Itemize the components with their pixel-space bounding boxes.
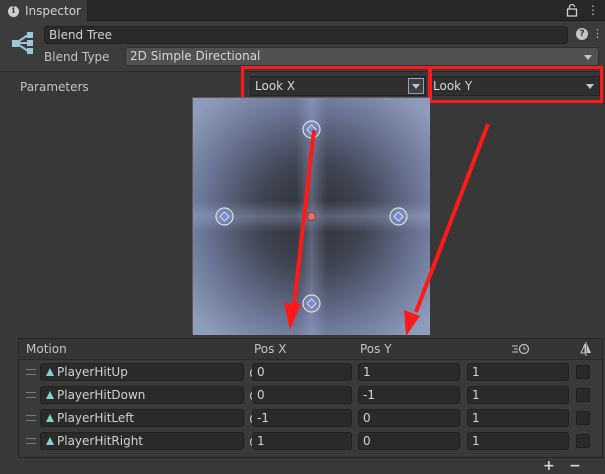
pos-y-field[interactable]: 1 xyxy=(358,363,460,381)
motion-clip-name: PlayerHitUp xyxy=(57,365,128,379)
time-scale-field[interactable]: 1 xyxy=(467,386,569,404)
time-scale-field[interactable]: 1 xyxy=(467,409,569,427)
tab-bar xyxy=(0,0,605,21)
animation-clip-icon xyxy=(46,414,54,422)
motion-clip-name: PlayerHitRight xyxy=(57,434,144,448)
pos-x-field[interactable]: -1 xyxy=(252,409,352,427)
pos-y-field[interactable]: -1 xyxy=(358,386,460,404)
motion-clip-field[interactable]: PlayerHitUp xyxy=(40,363,261,381)
mirror-toggle[interactable] xyxy=(576,434,590,448)
mirror-icon xyxy=(580,342,591,356)
mirror-toggle[interactable] xyxy=(576,388,590,402)
pos-x-field[interactable]: 1 xyxy=(252,432,352,450)
table-row: PlayerHitRight 1 0 1 xyxy=(20,430,602,452)
parameter-y-value: Look Y xyxy=(433,79,473,93)
blend-point-PlayerHitRight[interactable] xyxy=(389,207,408,226)
table-row: PlayerHitLeft -1 0 1 xyxy=(20,407,602,429)
blend-point-PlayerHitDown[interactable] xyxy=(302,294,321,313)
blend-tree-icon xyxy=(12,32,33,54)
time-scale-field[interactable]: 1 xyxy=(467,432,569,450)
animation-clip-icon xyxy=(46,437,54,445)
pos-x-column-header: Pos X xyxy=(254,342,287,356)
motion-column-header: Motion xyxy=(26,342,67,356)
animation-clip-icon xyxy=(46,368,54,376)
mirror-toggle[interactable] xyxy=(576,365,590,379)
drag-handle-icon[interactable] xyxy=(26,438,36,444)
table-row: PlayerHitDown 0 -1 1 xyxy=(20,384,602,406)
pos-x-field[interactable]: 0 xyxy=(252,363,352,381)
time-scale-icon xyxy=(512,343,530,355)
blend-tree-name-field[interactable]: Blend Tree xyxy=(44,26,568,44)
add-motion-button[interactable]: + xyxy=(543,458,555,474)
time-scale-field[interactable]: 1 xyxy=(467,363,569,381)
kebab-menu-icon[interactable]: ⋮ xyxy=(587,3,599,17)
table-row: PlayerHitUp 0 1 1 xyxy=(20,361,602,383)
parameter-x-dropdown[interactable]: Look X xyxy=(250,76,426,96)
motion-clip-name: PlayerHitLeft xyxy=(57,411,134,425)
info-icon: i xyxy=(8,5,19,17)
dropdown-button[interactable] xyxy=(408,78,424,94)
blend-graph[interactable] xyxy=(192,97,430,335)
chevron-down-icon xyxy=(586,84,594,89)
blend-point-PlayerHitLeft[interactable] xyxy=(215,207,234,226)
motion-clip-field[interactable]: PlayerHitRight xyxy=(40,432,261,450)
remove-motion-button[interactable]: − xyxy=(569,458,581,474)
pos-x-field[interactable]: 0 xyxy=(252,386,352,404)
motion-clip-field[interactable]: PlayerHitLeft xyxy=(40,409,261,427)
parameter-x-value: Look X xyxy=(255,79,296,93)
chevron-down-icon xyxy=(412,84,420,89)
motion-clip-field[interactable]: PlayerHitDown xyxy=(40,386,261,404)
parameter-y-dropdown[interactable]: Look Y xyxy=(428,76,600,96)
mirror-toggle[interactable] xyxy=(576,411,590,425)
blend-type-dropdown[interactable]: 2D Simple Directional xyxy=(125,47,599,66)
pos-y-field[interactable]: 0 xyxy=(358,409,460,427)
tab-inspector-label: Inspector xyxy=(25,4,81,18)
blend-type-value: 2D Simple Directional xyxy=(130,49,261,63)
animation-clip-icon xyxy=(46,391,54,399)
blend-type-label: Blend Type xyxy=(44,50,110,64)
drag-handle-icon[interactable] xyxy=(26,369,36,375)
tab-inspector[interactable]: i Inspector xyxy=(0,0,88,22)
help-icon[interactable]: ? xyxy=(576,28,588,40)
current-parameter-point[interactable] xyxy=(307,212,316,221)
pos-y-field[interactable]: 0 xyxy=(358,432,460,450)
drag-handle-icon[interactable] xyxy=(26,392,36,398)
component-menu-icon[interactable]: ⋮ xyxy=(592,27,603,40)
motion-clip-name: PlayerHitDown xyxy=(57,388,146,402)
blend-point-PlayerHitUp[interactable] xyxy=(302,120,321,139)
lock-icon[interactable] xyxy=(566,3,578,17)
parameters-label: Parameters xyxy=(20,80,89,94)
blend-graph-canvas[interactable] xyxy=(193,98,430,335)
chevron-down-icon xyxy=(584,55,592,60)
drag-handle-icon[interactable] xyxy=(26,415,36,421)
pos-y-column-header: Pos Y xyxy=(360,342,392,356)
